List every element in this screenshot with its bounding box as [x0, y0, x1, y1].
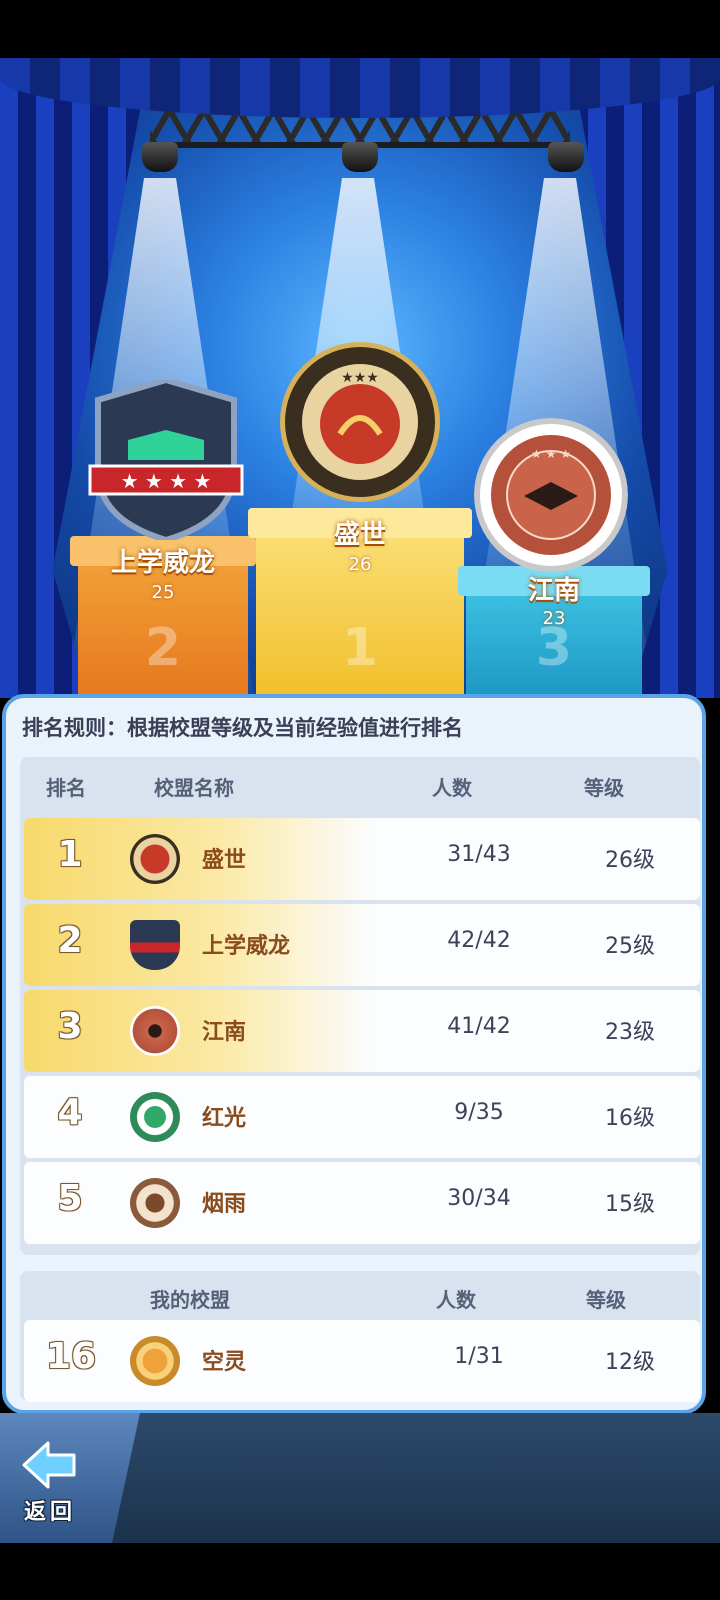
row-rank: 5 [57, 1178, 83, 1219]
table-row[interactable]: 5 烟雨 30/34 15级 [24, 1162, 700, 1244]
ranking-rule-text: 排名规则：根据校盟等级及当前经验值进行排名 [22, 716, 463, 740]
row-name: 上学威龙 [202, 934, 291, 959]
row-members: 9/35 [454, 1100, 504, 1125]
table-row[interactable]: 3 江南 41/42 23级 [24, 990, 700, 1072]
row-level: 26级 [605, 848, 655, 873]
row-level: 25级 [605, 934, 655, 959]
row-level: 15级 [605, 1192, 655, 1217]
podium-first-place: 1 [341, 618, 379, 678]
podium-third: 江南 23 3 [458, 566, 650, 698]
back-button-label[interactable]: 返回 [24, 1494, 76, 1526]
table-row[interactable]: 2 上学威龙 42/42 25级 [24, 904, 700, 986]
my-union-rank: 16 [46, 1336, 97, 1377]
row-members: 31/43 [447, 842, 511, 867]
row-rank: 2 [57, 920, 83, 961]
graduation-cap-badge-icon: ★ ★ ★ [474, 418, 628, 572]
podium-third-place: 3 [535, 618, 573, 678]
row-level: 23级 [605, 1020, 655, 1045]
book-shield-icon [130, 920, 180, 970]
svg-text:★ ★ ★: ★ ★ ★ [531, 447, 571, 461]
header-name: 校盟名称 [154, 776, 234, 800]
brown-emblem-badge-icon [130, 1178, 180, 1228]
gold-laurel-badge-icon: ★★★ [280, 342, 440, 502]
podium-first: 盛世 26 1 [248, 508, 472, 698]
svg-text:★★★: ★★★ [341, 370, 379, 386]
my-header-level: 等级 [586, 1288, 626, 1312]
stage-scene: 上学威龙 25 2 盛世 26 1 江南 23 3 ★ ★ ★ ★ ★★★ ★ … [0, 58, 720, 698]
gold-coin-badge-icon [130, 1336, 180, 1386]
row-name: 烟雨 [202, 1192, 247, 1217]
spotlight-lamp-icon [142, 142, 178, 172]
my-union-row[interactable]: 16 空灵 1/31 12级 [24, 1320, 700, 1402]
header-rank: 排名 [46, 776, 86, 800]
podium-first-level: 26 [348, 554, 372, 575]
my-union-members: 1/31 [454, 1344, 504, 1369]
row-rank: 1 [57, 834, 83, 875]
row-rank: 3 [57, 1006, 83, 1047]
back-arrow-icon[interactable] [22, 1440, 76, 1490]
podium-second: 上学威龙 25 2 [70, 536, 256, 698]
system-nav-bar [0, 1543, 720, 1600]
spotlight-lamp-icon [342, 142, 378, 172]
table-row[interactable]: 4 红光 9/35 16级 [24, 1076, 700, 1158]
row-members: 30/34 [447, 1186, 511, 1211]
status-bar [0, 0, 720, 58]
row-name: 红光 [202, 1106, 247, 1131]
my-header-name: 我的校盟 [150, 1288, 230, 1312]
book-shield-icon: ★ ★ ★ ★ [88, 380, 244, 540]
header-members: 人数 [432, 776, 472, 800]
row-rank: 4 [57, 1092, 83, 1133]
podium-second-place: 2 [144, 618, 182, 678]
row-name: 盛世 [202, 848, 247, 873]
podium-second-name: 上学威龙 [110, 548, 215, 578]
my-union-name: 空灵 [202, 1350, 247, 1375]
row-name: 江南 [202, 1020, 247, 1045]
row-level: 16级 [605, 1106, 655, 1131]
header-level: 等级 [584, 776, 624, 800]
spotlight-lamp-icon [548, 142, 584, 172]
podium-first-name: 盛世 [333, 520, 386, 550]
row-members: 41/42 [447, 1014, 511, 1039]
svg-text:★ ★ ★ ★: ★ ★ ★ ★ [121, 469, 212, 493]
table-row[interactable]: 1 盛世 31/43 26级 [24, 818, 700, 900]
podium-third-name: 江南 [527, 576, 580, 606]
my-header-members: 人数 [436, 1288, 476, 1312]
gold-laurel-badge-icon [130, 834, 180, 884]
my-union-level: 12级 [605, 1350, 655, 1375]
green-sprout-badge-icon [130, 1092, 180, 1142]
graduation-cap-badge-icon [130, 1006, 180, 1056]
podium-second-level: 25 [151, 582, 175, 603]
row-members: 42/42 [447, 928, 511, 953]
